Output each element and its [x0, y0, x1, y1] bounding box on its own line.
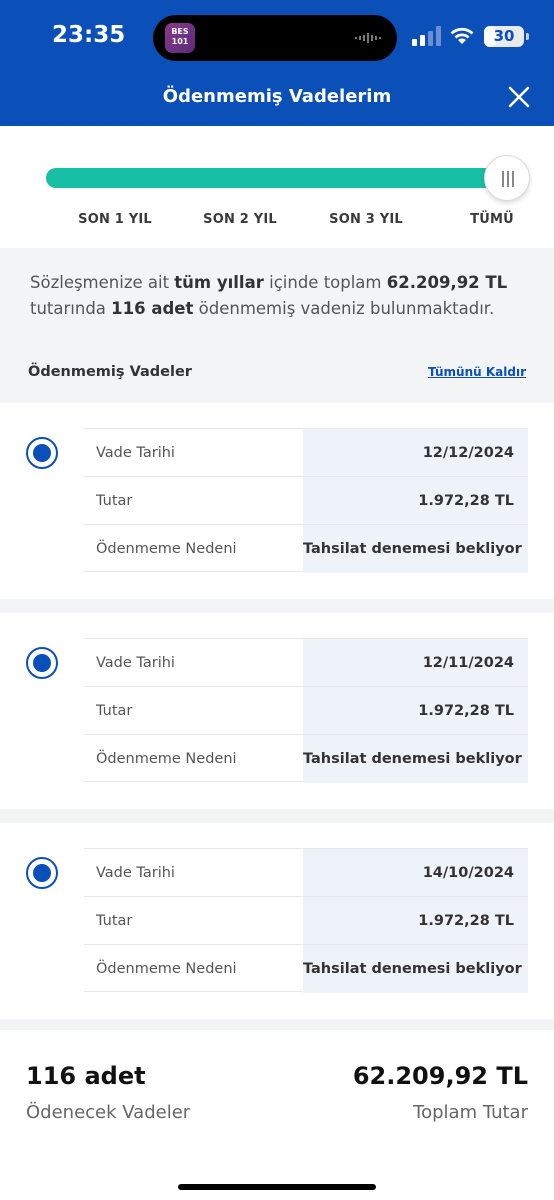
row-label: Tutar [96, 703, 133, 719]
summary-period: tüm yıllar [174, 273, 264, 292]
row-label: Vade Tarihi [96, 865, 175, 881]
row-label: Tutar [96, 913, 133, 929]
installment-card: Vade Tarihi 12/12/2024 Tutar 1.972,28 TL… [0, 403, 554, 599]
footer-total: 62.209,92 TL [352, 1062, 528, 1090]
period-option-2y[interactable]: SON 2 YIL [195, 212, 285, 227]
installment-row-reason: Ödenmeme Nedeni Tahsilat denemesi bekliy… [84, 734, 528, 783]
payment-footer: 116 adet Ödenecek Vadeler 62.209,92 TL T… [0, 1030, 554, 1200]
summary-part: Sözleşmenize ait [30, 273, 175, 292]
battery-tip [526, 33, 529, 40]
status-bar: 23:35 BES 101 30 [0, 0, 554, 72]
page-title: Ödenmemiş Vadelerim [162, 86, 392, 107]
period-slider-card: SON 1 YIL SON 2 YIL SON 3 YIL TÜMÜ [0, 126, 554, 248]
summary-text: Sözleşmenize ait tüm yıllar içinde topla… [30, 270, 530, 322]
row-label: Tutar [96, 493, 133, 509]
footer-total-label: Toplam Tutar [413, 1102, 528, 1123]
installment-row-amount: Tutar 1.972,28 TL [84, 896, 528, 945]
home-indicator [178, 1184, 376, 1190]
installment-radio[interactable] [26, 857, 58, 889]
app-badge-line2: 101 [171, 37, 189, 46]
row-value: 1.972,28 TL [303, 897, 528, 945]
installment-card: Vade Tarihi 14/10/2024 Tutar 1.972,28 TL… [0, 823, 554, 1019]
app-header: 23:35 BES 101 30 Ödenmemiş Vadelerim [0, 0, 554, 126]
summary-total: 62.209,92 TL [386, 273, 508, 292]
installment-row-reason: Ödenmeme Nedeni Tahsilat denemesi bekliy… [84, 944, 528, 993]
wifi-icon [450, 27, 474, 44]
battery-icon: 30 [484, 26, 524, 47]
battery-text: 30 [493, 27, 515, 45]
section-title: Ödenmemiş Vadeler [28, 364, 192, 380]
row-label: Ödenmeme Nedeni [96, 541, 237, 557]
radio-selected-dot [33, 864, 51, 882]
row-value: 12/11/2024 [303, 639, 528, 687]
footer-count-label: Ödenecek Vadeler [26, 1102, 191, 1123]
summary-part: ödenmemiş vadeniz bulunmaktadır. [193, 299, 495, 318]
summary-part: tutarında [30, 299, 112, 318]
installment-radio[interactable] [26, 647, 58, 679]
row-label: Vade Tarihi [96, 445, 175, 461]
row-value: 1.972,28 TL [303, 477, 528, 525]
row-value: 14/10/2024 [303, 849, 528, 897]
row-label: Ödenmeme Nedeni [96, 751, 237, 767]
installment-row-date: Vade Tarihi 12/12/2024 [84, 428, 528, 477]
audio-wave-icon [355, 33, 381, 43]
radio-selected-dot [33, 654, 51, 672]
period-slider-track[interactable] [46, 168, 510, 188]
row-value: Tahsilat denemesi bekliyor [303, 735, 528, 783]
installment-row-amount: Tutar 1.972,28 TL [84, 476, 528, 525]
installment-row-date: Vade Tarihi 12/11/2024 [84, 638, 528, 687]
app-badge-icon: BES 101 [165, 23, 195, 53]
installment-row-amount: Tutar 1.972,28 TL [84, 686, 528, 735]
dynamic-island: BES 101 [153, 15, 397, 61]
summary-count: 116 adet [111, 299, 194, 318]
installment-row-reason: Ödenmeme Nedeni Tahsilat denemesi bekliy… [84, 524, 528, 573]
row-label: Vade Tarihi [96, 655, 175, 671]
remove-all-link[interactable]: Tümünü Kaldır [428, 365, 526, 379]
summary-part: içinde toplam [263, 273, 387, 292]
installment-card: Vade Tarihi 12/11/2024 Tutar 1.972,28 TL… [0, 613, 554, 809]
period-option-3y[interactable]: SON 3 YIL [321, 212, 411, 227]
app-badge-line1: BES [171, 27, 189, 36]
drag-handle-icon [502, 171, 514, 187]
row-value: Tahsilat denemesi bekliyor [303, 525, 528, 573]
radio-selected-dot [33, 444, 51, 462]
footer-count: 116 adet [26, 1062, 146, 1090]
installment-radio[interactable] [26, 437, 58, 469]
period-option-1y[interactable]: SON 1 YIL [70, 212, 160, 227]
status-time: 23:35 [52, 22, 126, 48]
close-icon[interactable] [506, 84, 532, 110]
row-value: 1.972,28 TL [303, 687, 528, 735]
row-value: Tahsilat denemesi bekliyor [303, 945, 528, 993]
row-value: 12/12/2024 [303, 429, 528, 477]
row-label: Ödenmeme Nedeni [96, 961, 237, 977]
installment-row-date: Vade Tarihi 14/10/2024 [84, 848, 528, 897]
cellular-signal-icon [412, 26, 441, 46]
period-option-all[interactable]: TÜMÜ [458, 212, 526, 227]
section-header: Ödenmemiş Vadeler Tümünü Kaldır [0, 340, 554, 402]
period-slider-thumb[interactable] [484, 155, 530, 201]
period-slider-fill [46, 168, 510, 188]
